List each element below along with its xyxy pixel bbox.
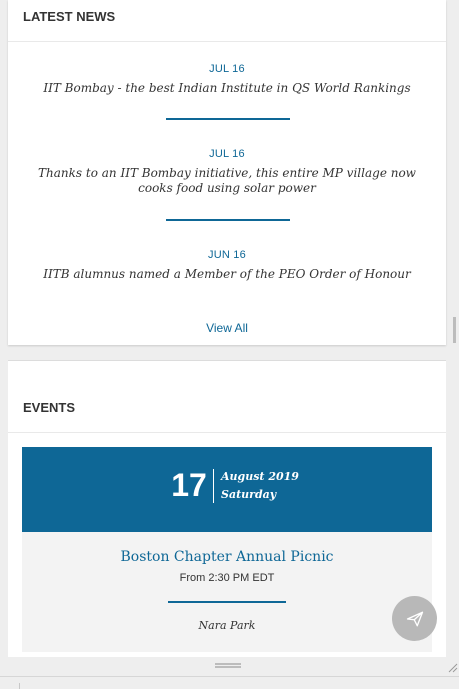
latest-news-heading: LATEST NEWS: [23, 9, 116, 24]
event-location: Nara Park: [198, 619, 256, 632]
news-headline[interactable]: IIT Bombay - the best Indian Institute i…: [24, 81, 430, 96]
news-separator: [166, 219, 290, 221]
event-time: From 2:30 PM EDT: [179, 572, 275, 584]
latest-news-panel: LATEST NEWS JUL 16 IIT Bombay - the best…: [8, 0, 446, 345]
events-panel: EVENTS 17 August 2019 Saturday Boston Ch…: [8, 360, 446, 657]
event-month-year: August 2019: [221, 470, 299, 483]
news-headline[interactable]: Thanks to an IIT Bombay initiative, this…: [24, 166, 430, 196]
news-heading-divider: [8, 41, 446, 42]
news-date: JUN 16: [208, 249, 246, 261]
news-date: JUL 16: [209, 148, 245, 160]
news-item[interactable]: JUN 16 IITB alumnus named a Member of th…: [8, 249, 446, 282]
event-date-banner[interactable]: 17 August 2019 Saturday: [22, 447, 432, 532]
bottom-tick: [19, 683, 20, 689]
event-weekday: Saturday: [221, 488, 277, 501]
event-date-divider: [213, 469, 214, 503]
send-button[interactable]: [392, 596, 437, 641]
bottom-border: [0, 676, 459, 677]
events-heading: EVENTS: [23, 400, 76, 415]
news-date: JUL 16: [209, 63, 245, 75]
news-separator: [166, 118, 290, 120]
event-title[interactable]: Boston Chapter Annual Picnic: [22, 532, 432, 565]
event-day: 17: [171, 467, 207, 503]
news-item[interactable]: JUL 16 IIT Bombay - the best Indian Inst…: [8, 63, 446, 96]
side-resize-handle[interactable]: [453, 317, 456, 343]
corner-resize-grip[interactable]: [448, 663, 458, 673]
view-all-link[interactable]: View All: [8, 321, 446, 335]
bottom-resize-handle[interactable]: [215, 663, 241, 668]
events-heading-divider: [8, 432, 446, 433]
event-separator: [168, 601, 286, 603]
event-details: Boston Chapter Annual Picnic From 2:30 P…: [22, 532, 432, 652]
news-headline[interactable]: IITB alumnus named a Member of the PEO O…: [24, 267, 430, 282]
news-item[interactable]: JUL 16 Thanks to an IIT Bombay initiativ…: [8, 148, 446, 196]
paper-plane-icon: [406, 611, 423, 626]
